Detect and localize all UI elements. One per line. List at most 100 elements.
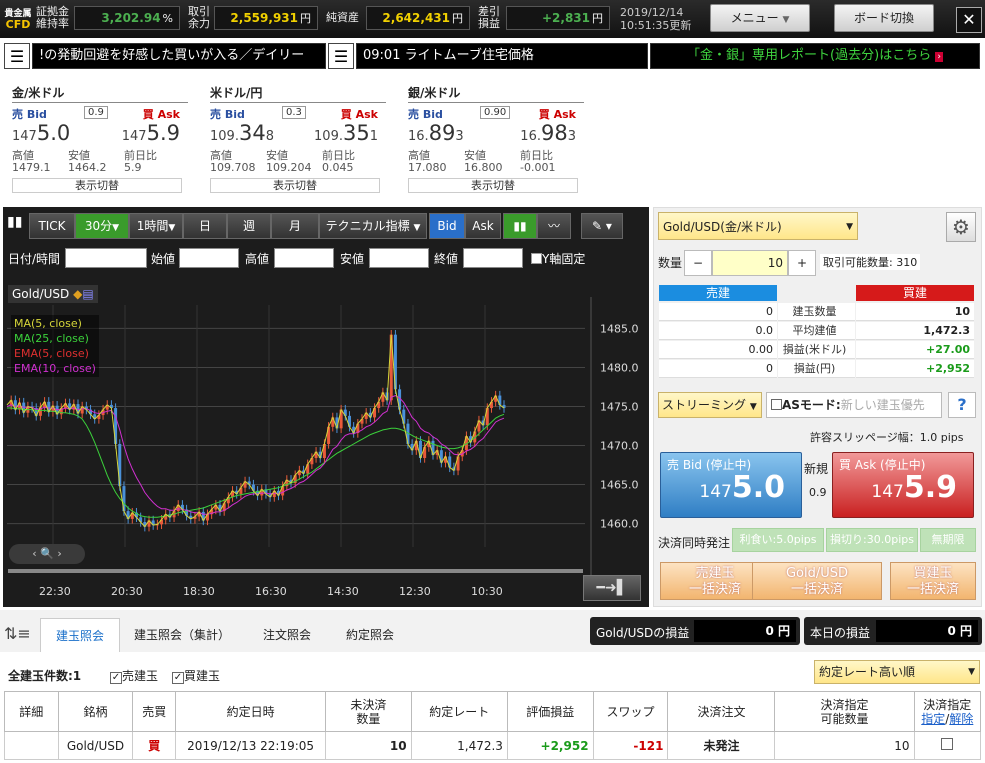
list-menu-icon[interactable]: ☰ <box>4 43 30 69</box>
1hour-button[interactable]: 1時間▼ <box>129 213 183 239</box>
bid-price[interactable]: 1475.0 <box>12 121 70 145</box>
change-value: 5.9 <box>124 161 142 174</box>
ask-price[interactable]: 1475.9 <box>122 121 180 145</box>
x-tick-label: 20:30 <box>111 585 143 598</box>
detail-cell <box>4 731 59 760</box>
price-chart[interactable]: 1485.0 1480.0 1475.0 1470.0 1465.0 1460.0 22:3… <box>3 297 649 607</box>
settle-select-checkbox[interactable] <box>941 738 954 750</box>
specify-link[interactable]: 指定 <box>921 712 945 726</box>
help-icon[interactable]: ? <box>948 392 976 418</box>
close-icon[interactable]: ✕ <box>956 7 982 33</box>
sell-position-header: 売建 <box>659 285 777 301</box>
close-input[interactable] <box>463 248 523 268</box>
chevron-left-icon[interactable]: ‹ <box>32 547 36 560</box>
bid-price[interactable]: 16.893 <box>408 121 464 145</box>
gear-icon[interactable]: ⚙ <box>946 212 976 242</box>
stop-loss-button[interactable]: 損切り:30.0pips <box>826 528 918 552</box>
x-tick-label: 10:30 <box>471 585 503 598</box>
ask-price[interactable]: 16.983 <box>520 121 576 145</box>
daily-pl-box: 本日の損益 0 円 <box>804 617 982 645</box>
unlimited-button[interactable]: 無期限 <box>920 528 976 552</box>
rate-box: 米ドル/円 売 Bid 0.3 買 Ask 109.348 109.351 高値… <box>210 84 386 193</box>
close-all-symbol-button[interactable]: Gold/USD 一括決済 <box>752 562 882 600</box>
news-item-1[interactable]: !の発動回避を好感した買いが入る／デイリー <box>32 43 326 69</box>
ask-toggle[interactable]: Ask <box>465 213 501 239</box>
rate-symbol: 米ドル/円 <box>210 84 386 103</box>
display-switch-button[interactable]: 表示切替 <box>12 178 182 193</box>
datetime-input[interactable] <box>65 248 147 268</box>
ask-price[interactable]: 109.351 <box>314 121 378 145</box>
change-value: 0.045 <box>322 161 354 174</box>
column-header: 決済指定 可能数量 <box>774 691 915 732</box>
y-tick-label: 1485.0 <box>600 322 639 335</box>
buy-ask-button[interactable]: 買 Ask (停止中) 1475.9 <box>832 452 974 518</box>
tab-3[interactable]: 約定照会 <box>330 618 410 652</box>
display-switch-button[interactable]: 表示切替 <box>210 178 380 193</box>
display-switch-button[interactable]: 表示切替 <box>408 178 578 193</box>
yaxis-fix-checkbox[interactable]: Y軸固定 <box>531 250 585 267</box>
day-button[interactable]: 日 <box>183 213 227 239</box>
close-all-buy-button[interactable]: 買建玉 一括決済 <box>890 562 976 600</box>
filter-sell-checkbox[interactable]: ✓ 売建玉 <box>110 667 158 684</box>
report-banner-link[interactable]: 「金・銀」専用レポート(過去分)はこちら › <box>650 43 980 69</box>
low-value: 109.204 <box>266 161 312 174</box>
net-assets-value: 2,642,431 円 <box>366 6 470 30</box>
top-bar: 貴金属 CFD 証拠金 維持率 3,202.94% 取引 余力 2,559,931 円… <box>0 0 985 38</box>
bid-price[interactable]: 109.348 <box>210 121 274 145</box>
board-switch-button[interactable]: ボード切換 <box>834 4 934 32</box>
open-qty-cell: 10 <box>325 731 412 760</box>
news-item-2[interactable]: 09:01 ライトムーブ住宅価格 <box>356 43 648 69</box>
sell-bid-button[interactable]: 売 Bid (停止中) 1475.0 <box>660 452 802 518</box>
symbol-select[interactable]: Gold/USD(金/米ドル) ▼ <box>658 212 858 240</box>
sort-order-select[interactable]: 約定レート高い順 ▼ <box>814 660 980 684</box>
jump-latest-icon[interactable]: ━➜▌ <box>583 575 641 601</box>
menu-button[interactable]: メニュー ▼ <box>710 4 810 32</box>
clear-link[interactable]: 解除 <box>949 712 973 726</box>
quantity-minus-button[interactable]: − <box>684 250 712 276</box>
table-row[interactable]: Gold/USD 買 2019/12/13 22:19:05 10 1,472.3 +2,… <box>4 731 982 760</box>
week-button[interactable]: 週 <box>227 213 271 239</box>
tab-0[interactable]: 建玉照会 <box>40 618 120 654</box>
low-input[interactable] <box>369 248 429 268</box>
chart-type-icon[interactable]: ▮▮ <box>7 214 22 230</box>
column-header[interactable]: 銘柄 <box>57 691 134 732</box>
month-button[interactable]: 月 <box>271 213 319 239</box>
list-menu-icon[interactable]: ☰ <box>328 43 354 69</box>
30min-button[interactable]: 30分▼ <box>75 213 129 239</box>
open-input[interactable] <box>179 248 239 268</box>
candlestick-icon[interactable]: ▮▮ <box>503 213 537 239</box>
filter-buy-checkbox[interactable]: ✓ 買建玉 <box>172 667 220 684</box>
nav-label: 純資産 <box>326 11 359 24</box>
tab-1[interactable]: 建玉照会（集計） <box>120 618 244 652</box>
tab-2[interactable]: 注文照会 <box>244 618 330 652</box>
chart-scrollbar[interactable] <box>8 569 583 573</box>
x-tick-label: 16:30 <box>255 585 287 598</box>
power-label: 取引 余力 <box>188 5 210 30</box>
chart-nav-controls[interactable]: ‹ 🔍 › <box>9 544 85 564</box>
column-header: 詳細 <box>4 691 59 732</box>
close-label: 終値 <box>434 252 459 266</box>
chevron-right-icon[interactable]: › <box>57 547 61 560</box>
tick-button[interactable]: TICK <box>29 213 75 239</box>
draw-tool-icon[interactable]: ✎ ▾ <box>581 213 623 239</box>
execution-mode-select[interactable]: ストリーミング ▼ <box>658 392 762 418</box>
high-input[interactable] <box>274 248 334 268</box>
as-mode-checkbox[interactable]: ASモード:新しい建玉優先 <box>766 392 942 418</box>
bid-toggle[interactable]: Bid <box>429 213 465 239</box>
column-header: スワップ <box>592 691 669 732</box>
technical-indicator-dropdown[interactable]: テクニカル指標 ▼ <box>319 213 427 239</box>
buy-position-value: 10 <box>856 303 974 321</box>
take-profit-button[interactable]: 利食い:5.0pips <box>732 528 824 552</box>
column-header: 未決済 数量 <box>325 691 412 732</box>
quantity-input[interactable]: 10 <box>712 250 788 276</box>
settle-order-label: 決済同時発注 <box>658 536 731 550</box>
avail-qty-cell: 10 <box>774 731 915 760</box>
dropdown-arrow-icon: ▼ <box>846 222 853 232</box>
margin-rate-value: 3,202.94% <box>74 6 180 30</box>
positions-table: 詳細 銘柄 売買 約定日時 未決済 数量 約定レート 評価損益 スワップ 決済注文 決済指定 可能… <box>4 691 982 760</box>
quantity-plus-button[interactable]: + <box>788 250 816 276</box>
rate-box: 銀/米ドル 売 Bid 0.90 買 Ask 16.893 16.983 高値 … <box>408 84 584 193</box>
datetime-label: 日付/時間 <box>8 252 61 266</box>
sort-arrows-icon[interactable]: ⇅≡ <box>4 624 31 643</box>
line-chart-icon[interactable]: 〰 <box>537 213 571 239</box>
